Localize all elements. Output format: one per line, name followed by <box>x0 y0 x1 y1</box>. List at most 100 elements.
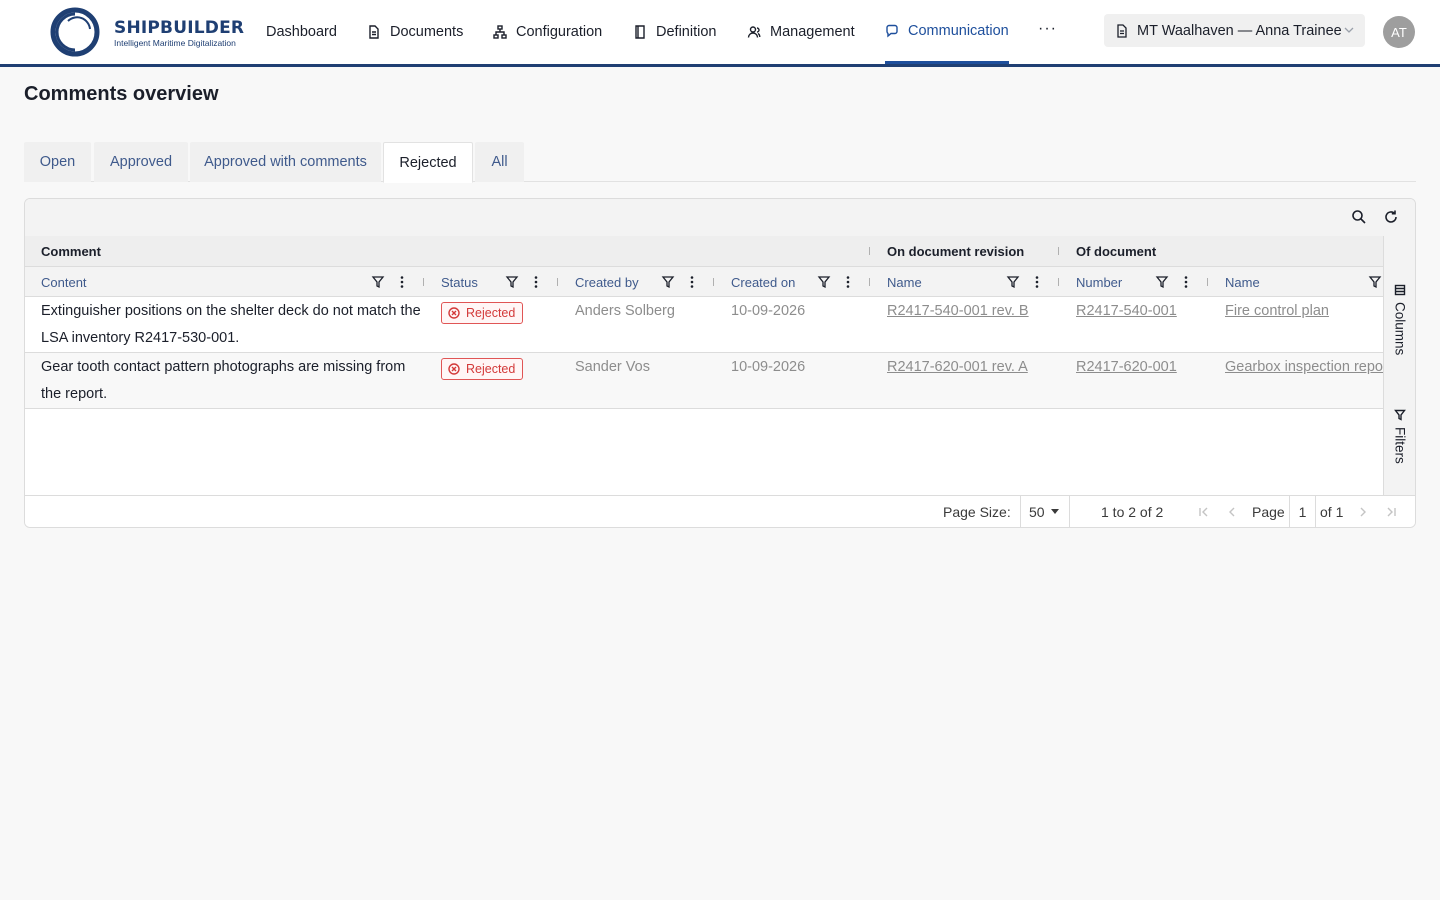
created-on: 10-09-2026 <box>731 303 806 319</box>
ship-context-selector[interactable]: MT Waalhaven — Anna Trainee <box>1104 14 1365 47</box>
column-doc-number[interactable]: Number <box>1076 267 1122 297</box>
user-avatar[interactable]: AT <box>1383 16 1415 48</box>
tab-all[interactable]: All <box>475 142 524 182</box>
filters-panel-button[interactable]: Filters <box>1384 409 1415 464</box>
more-menu-button[interactable]: ··· <box>1038 20 1057 38</box>
previous-page-icon[interactable] <box>1225 505 1239 519</box>
grid-side-panel: Columns Filters <box>1383 236 1415 495</box>
revision-link[interactable]: R2417-540-001 rev. B <box>887 297 1047 325</box>
rejected-icon <box>448 363 460 375</box>
nav-management-label: Management <box>770 24 855 40</box>
group-separator <box>869 247 870 255</box>
column-separator <box>1207 278 1208 286</box>
column-menu-icon[interactable] <box>1030 275 1044 289</box>
document-icon <box>1117 23 1127 38</box>
nav-configuration[interactable]: Configuration <box>493 0 602 64</box>
document-number-link[interactable]: R2417-620-001 <box>1076 353 1206 381</box>
pagination-bar: Page Size: 50 1 to 2 of 2 Page 1 of 1 <box>25 495 1415 527</box>
filter-icon[interactable] <box>1155 275 1169 289</box>
columns-label: Columns <box>1392 302 1408 356</box>
page-size-value: 50 <box>1029 503 1045 520</box>
tab-rejected[interactable]: Rejected <box>383 142 473 183</box>
shipbuilder-logo[interactable]: SHIPBUILDER Intelligent Maritime Digital… <box>50 7 250 57</box>
column-group-header: Comment On document revision Of document <box>25 236 1383 267</box>
table-row[interactable]: Extinguisher positions on the shelter de… <box>25 297 1383 353</box>
group-separator <box>1058 247 1059 255</box>
column-menu-icon[interactable] <box>1179 275 1193 289</box>
status-badge: Rejected <box>441 358 524 380</box>
filter-icon[interactable] <box>817 275 831 289</box>
revision-link[interactable]: R2417-620-001 rev. A <box>887 353 1047 381</box>
column-menu-icon[interactable] <box>841 275 855 289</box>
page-label: Page <box>1252 504 1285 520</box>
nav-definition[interactable]: Definition <box>633 0 716 64</box>
nav-communication-label: Communication <box>908 22 1009 39</box>
nav-documents-label: Documents <box>390 24 464 40</box>
column-status[interactable]: Status <box>441 267 478 297</box>
ship-context-label: MT Waalhaven — Anna Trainee <box>1137 22 1342 39</box>
column-doc-name[interactable]: Name <box>1225 267 1260 297</box>
page-size-label: Page Size: <box>943 504 1011 520</box>
page-title: Comments overview <box>24 83 219 105</box>
filter-icon[interactable] <box>661 275 675 289</box>
row-range: 1 to 2 of 2 <box>1101 504 1164 520</box>
filter-icon[interactable] <box>1368 275 1382 289</box>
filter-icon <box>1394 409 1406 421</box>
status-tabs: Open Approved Approved with comments Rej… <box>24 142 1416 183</box>
hierarchy-icon <box>493 25 507 39</box>
top-navigation-bar: SHIPBUILDER Intelligent Maritime Digital… <box>0 0 1440 67</box>
search-icon[interactable] <box>1351 209 1367 225</box>
tab-open[interactable]: Open <box>24 142 91 182</box>
status-badge: Rejected <box>441 302 524 324</box>
column-menu-icon[interactable] <box>685 275 699 289</box>
created-by: Anders Solberg <box>575 303 675 319</box>
filter-icon[interactable] <box>371 275 385 289</box>
current-page-input[interactable]: 1 <box>1289 496 1316 527</box>
column-created-on[interactable]: Created on <box>731 267 795 297</box>
nav-management[interactable]: Management <box>747 0 855 64</box>
brand-tagline: Intelligent Maritime Digitalization <box>114 38 236 48</box>
group-document: Of document <box>1076 244 1157 259</box>
filter-icon[interactable] <box>505 275 519 289</box>
document-name-link[interactable]: Fire control plan <box>1225 297 1383 325</box>
first-page-icon[interactable] <box>1197 505 1211 519</box>
column-separator <box>713 278 714 286</box>
tab-approved[interactable]: Approved <box>94 142 188 182</box>
rejected-icon <box>448 307 460 319</box>
column-content[interactable]: Content <box>41 267 87 297</box>
comments-grid: Comment On document revision Of document… <box>24 198 1416 528</box>
status-label: Rejected <box>466 306 516 320</box>
comment-content: Extinguisher positions on the shelter de… <box>41 303 421 346</box>
nav-communication[interactable]: Communication <box>885 0 1009 64</box>
page-total: of 1 <box>1320 504 1344 520</box>
document-number-link[interactable]: R2417-540-001 <box>1076 297 1206 325</box>
group-comment: Comment <box>41 244 101 259</box>
nav-definition-label: Definition <box>656 24 717 40</box>
column-menu-icon[interactable] <box>395 275 409 289</box>
grid-toolbar <box>25 199 1415 236</box>
created-by: Sander Vos <box>575 359 650 375</box>
status-label: Rejected <box>466 362 516 376</box>
column-menu-icon[interactable] <box>529 275 543 289</box>
filters-label: Filters <box>1392 427 1408 464</box>
nav-documents[interactable]: Documents <box>367 0 463 64</box>
created-on: 10-09-2026 <box>731 359 806 375</box>
comment-content: Gear tooth contact pattern photographs a… <box>41 359 406 402</box>
filter-icon[interactable] <box>1006 275 1020 289</box>
document-name-link[interactable]: Gearbox inspection report <box>1225 353 1383 381</box>
last-page-icon[interactable] <box>1384 505 1398 519</box>
tab-approved-with-comments[interactable]: Approved with comments <box>190 142 381 182</box>
columns-panel-button[interactable]: Columns <box>1384 284 1415 356</box>
table-row[interactable]: Gear tooth contact pattern photographs a… <box>25 353 1383 409</box>
next-page-icon[interactable] <box>1356 505 1370 519</box>
column-revision-name[interactable]: Name <box>887 267 922 297</box>
brand-name: SHIPBUILDER <box>114 18 245 38</box>
chat-icon <box>886 24 898 37</box>
columns-icon <box>1394 284 1406 296</box>
column-created-by[interactable]: Created by <box>575 267 639 297</box>
page-size-select[interactable]: 50 <box>1020 496 1070 527</box>
refresh-icon[interactable] <box>1383 209 1399 225</box>
nav-configuration-label: Configuration <box>516 24 603 40</box>
nav-dashboard[interactable]: Dashboard <box>266 0 337 64</box>
column-separator <box>1058 278 1059 286</box>
